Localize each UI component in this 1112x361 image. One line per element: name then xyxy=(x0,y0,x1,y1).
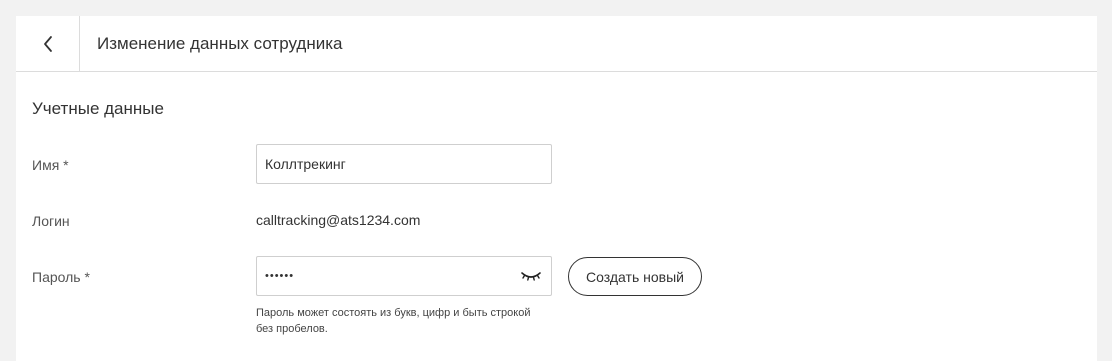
page-header: Изменение данных сотрудника xyxy=(16,16,1097,72)
password-hint: Пароль может состоять из букв, цифр и бы… xyxy=(256,307,531,335)
login-label: Логин xyxy=(32,213,70,229)
page-title: Изменение данных сотрудника xyxy=(97,34,343,53)
eye-closed-icon[interactable] xyxy=(521,269,541,283)
chevron-left-icon xyxy=(43,35,52,52)
back-button[interactable] xyxy=(16,16,80,71)
section-title: Учетные данные xyxy=(32,99,164,118)
login-value: calltracking@ats1234.com xyxy=(256,212,421,228)
name-input[interactable]: Коллтрекинг xyxy=(256,144,552,184)
name-input-value: Коллтрекинг xyxy=(265,156,346,172)
generate-password-button[interactable]: Создать новый xyxy=(568,257,702,296)
password-label: Пароль * xyxy=(32,269,90,285)
name-label: Имя * xyxy=(32,157,69,173)
password-input[interactable]: •••••• xyxy=(256,256,552,296)
password-input-value: •••••• xyxy=(265,270,295,282)
edit-employee-card: Изменение данных сотрудника Учетные данн… xyxy=(16,16,1097,361)
